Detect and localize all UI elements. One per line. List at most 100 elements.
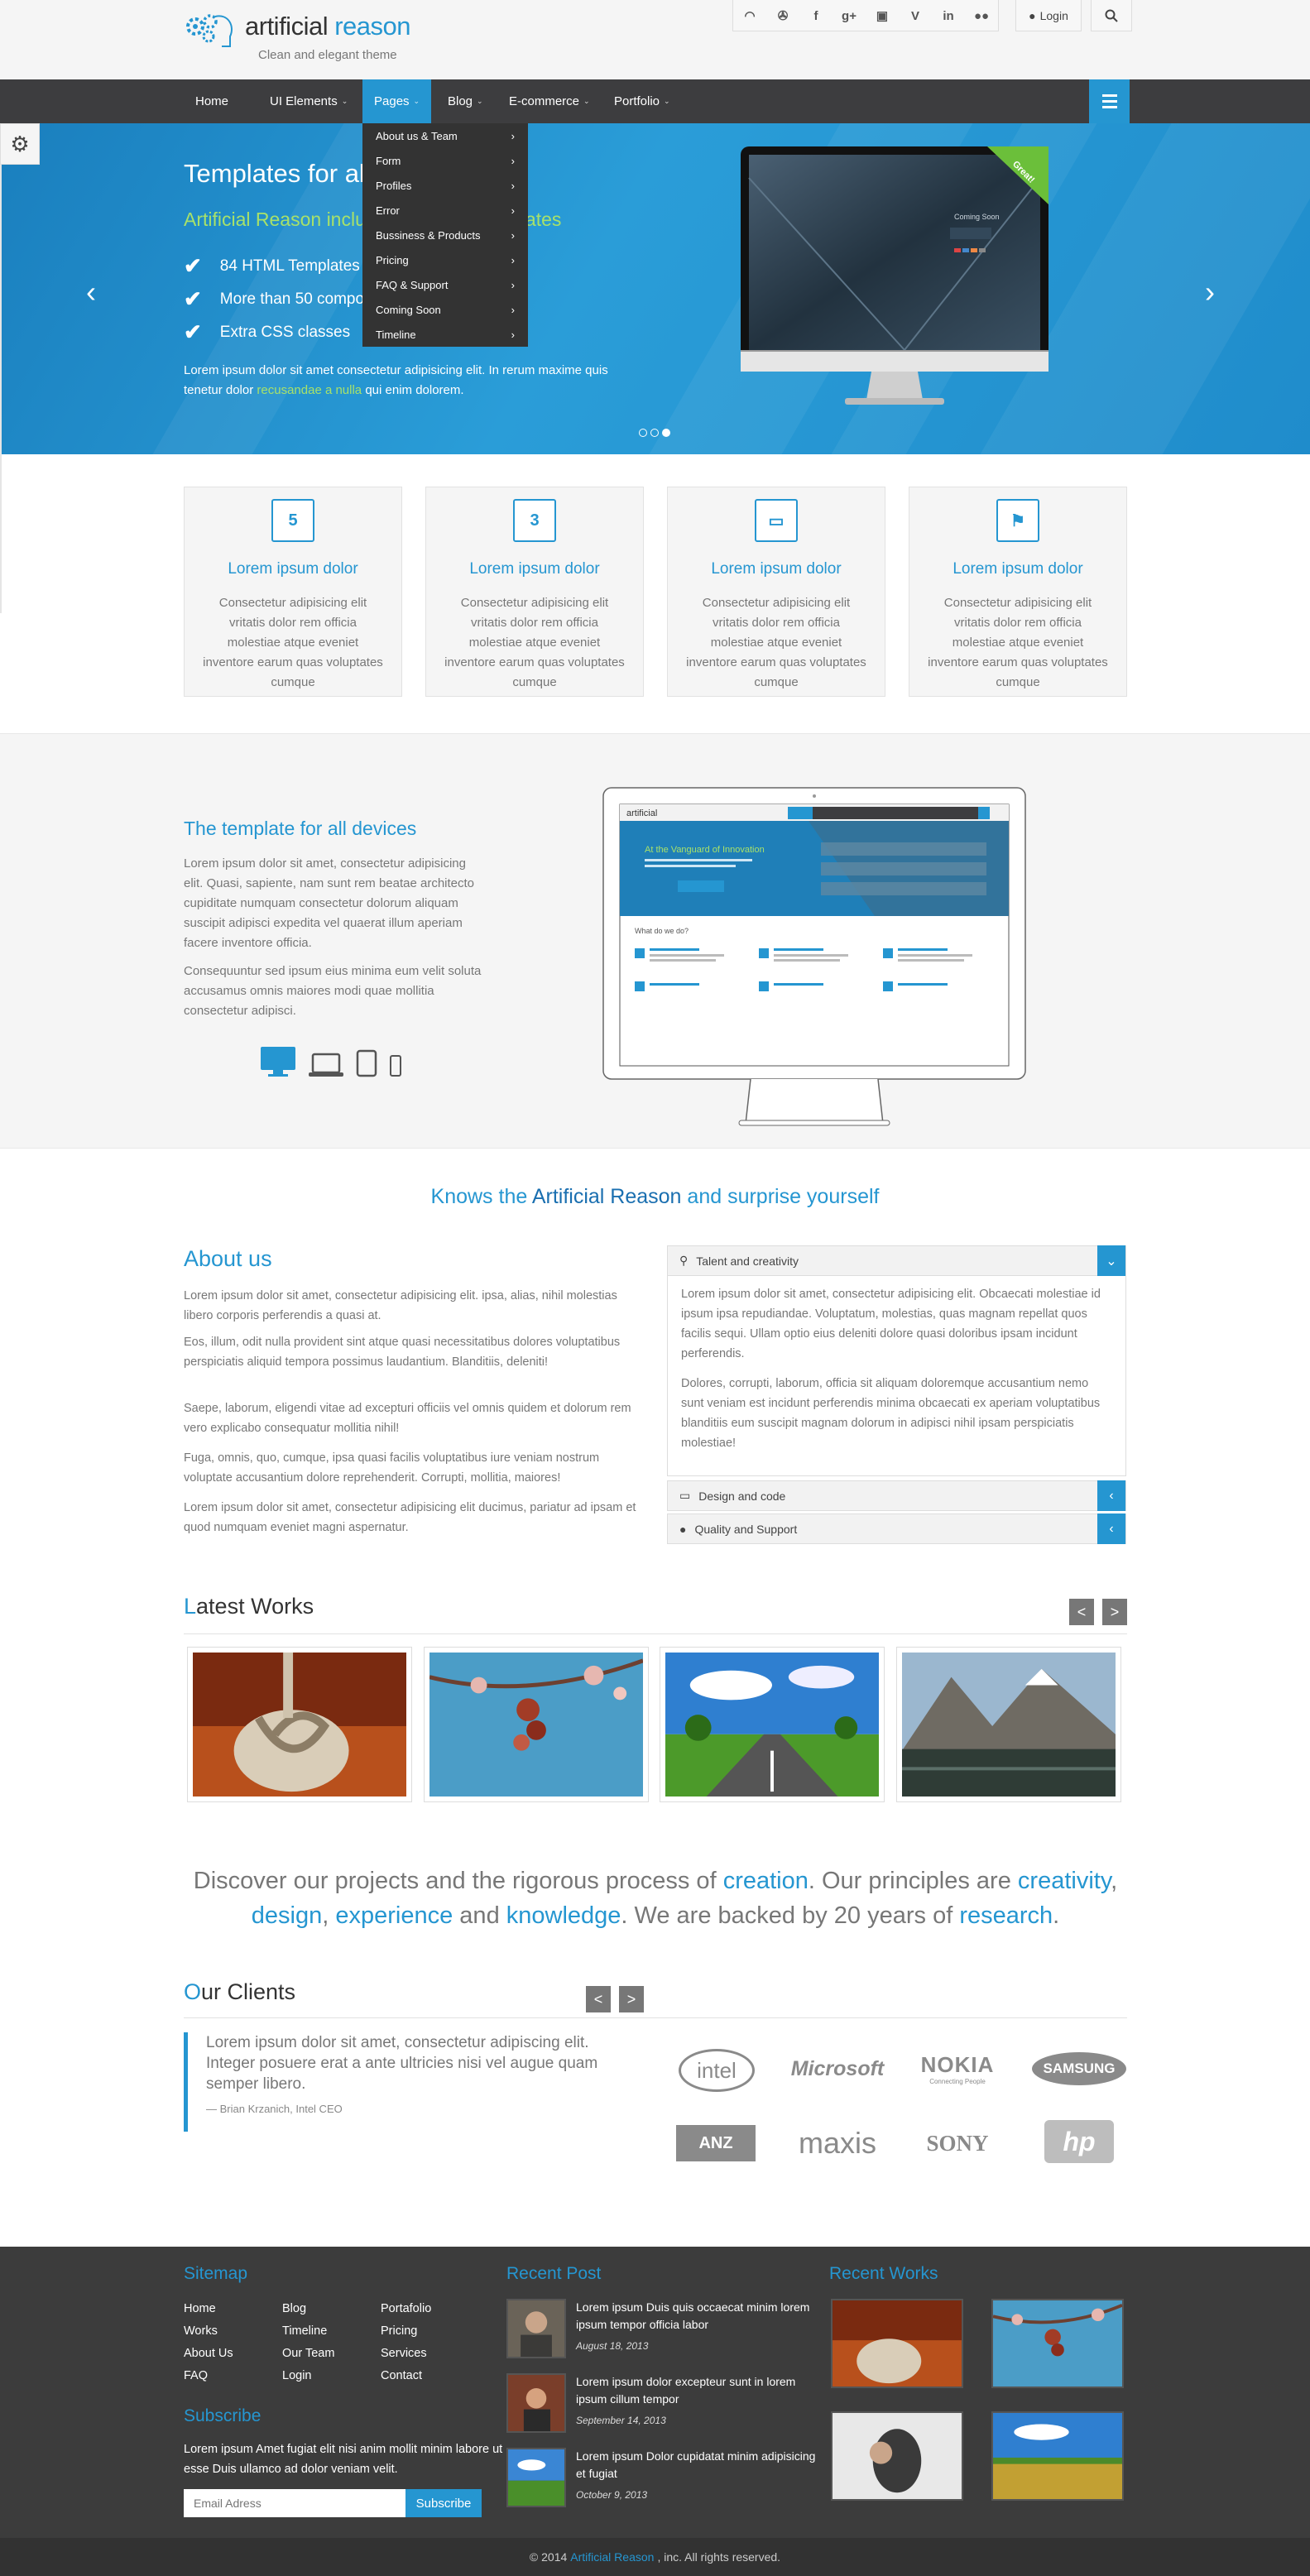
search-button[interactable] xyxy=(1091,0,1132,31)
works-prev-button[interactable]: < xyxy=(1069,1599,1094,1625)
feature-title[interactable]: Lorem ipsum dolor xyxy=(668,560,885,578)
sitemap-link[interactable]: Blog xyxy=(282,2302,306,2315)
nav-item-home[interactable]: Home xyxy=(184,79,240,123)
facebook-icon[interactable]: f xyxy=(799,0,833,31)
work-item[interactable] xyxy=(896,1647,1121,1802)
tablet-icon[interactable] xyxy=(356,1049,377,1077)
copyright-link[interactable]: Artificial Reason xyxy=(570,2550,654,2564)
client-logo-nokia[interactable]: NOKIA Connecting People xyxy=(912,2047,1003,2090)
laptop-icon[interactable] xyxy=(308,1053,344,1077)
sitemap-link[interactable]: Services xyxy=(381,2347,427,2360)
recent-post-item[interactable]: Lorem ipsum Dolor cupidatat minim adipis… xyxy=(506,2448,815,2511)
nav-item-portfolio[interactable]: Portfolio ⌄ xyxy=(602,79,682,123)
sitemap-link[interactable]: Home xyxy=(184,2302,216,2315)
menu-toggle-button[interactable] xyxy=(1089,79,1130,123)
client-logo-hp[interactable]: hp xyxy=(1044,2120,1114,2163)
footer-work-thumbnail[interactable] xyxy=(831,2299,963,2388)
recent-post-item[interactable]: Lorem ipsum Duis quis occaecat minim lor… xyxy=(506,2299,809,2362)
site-title[interactable]: artificial reason xyxy=(245,12,411,41)
work-item[interactable] xyxy=(187,1647,412,1802)
html5-icon[interactable]: 5 xyxy=(271,499,314,542)
footer-work-thumbnail[interactable] xyxy=(991,2411,1124,2501)
linkedin-icon[interactable]: in xyxy=(932,0,965,31)
nav-item-pages[interactable]: Pages ⌄ xyxy=(362,79,432,123)
desktop-icon[interactable] xyxy=(260,1046,296,1077)
dropdown-item[interactable]: About us & Team › xyxy=(362,123,528,148)
feature-title[interactable]: Lorem ipsum dolor xyxy=(185,560,401,578)
slider-dot[interactable] xyxy=(650,429,659,437)
gears-logo-icon[interactable] xyxy=(184,12,235,51)
accordion-item-design[interactable]: ▭ Design and code ‹ xyxy=(667,1480,1126,1511)
instagram-icon[interactable]: ▣ xyxy=(866,0,899,31)
footer-work-thumbnail[interactable] xyxy=(991,2299,1124,2388)
feature-title[interactable]: Lorem ipsum dolor xyxy=(909,560,1126,578)
phone-icon[interactable] xyxy=(389,1054,402,1077)
desktop-icon[interactable]: ▭ xyxy=(755,499,798,542)
discover-highlight[interactable]: creativity xyxy=(1018,1868,1111,1894)
client-logo-anz[interactable]: ANZ xyxy=(676,2125,756,2161)
sitemap-link[interactable]: Portafolio xyxy=(381,2302,431,2315)
subscribe-button[interactable]: Subscribe xyxy=(405,2489,482,2517)
flickr-icon[interactable]: ●● xyxy=(965,0,998,31)
client-logo-intel[interactable]: intel xyxy=(679,2049,755,2092)
accordion-item-quality[interactable]: ● Quality and Support ‹ xyxy=(667,1513,1126,1544)
sitemap-link[interactable]: FAQ xyxy=(184,2369,208,2382)
dropdown-item[interactable]: Profiles › xyxy=(362,173,528,198)
dropdown-item[interactable]: FAQ & Support › xyxy=(362,272,528,297)
flag-icon[interactable]: ⚑ xyxy=(996,499,1039,542)
sitemap-link[interactable]: Contact xyxy=(381,2369,422,2382)
vine-icon[interactable]: V xyxy=(899,0,932,31)
twitter-icon[interactable]: ✇ xyxy=(766,0,799,31)
dropdown-item[interactable]: Form › xyxy=(362,148,528,173)
accordion-item-talent[interactable]: ⚲ Talent and creativity ⌄ xyxy=(667,1245,1126,1276)
dropdown-item[interactable]: Timeline › xyxy=(362,322,528,347)
google-plus-icon[interactable]: g+ xyxy=(833,0,866,31)
discover-highlight[interactable]: experience xyxy=(335,1902,453,1929)
client-logo-samsung[interactable]: SAMSUNG xyxy=(1032,2052,1126,2085)
works-next-button[interactable]: > xyxy=(1102,1599,1127,1625)
post-title[interactable]: Lorem ipsum dolor excepteur sunt in lore… xyxy=(576,2373,816,2408)
sitemap-link[interactable]: Login xyxy=(282,2369,311,2382)
sitemap-link[interactable]: About Us xyxy=(184,2347,233,2360)
discover-highlight[interactable]: creation xyxy=(723,1868,809,1894)
dropdown-item[interactable]: Error › xyxy=(362,198,528,223)
slider-dot[interactable] xyxy=(639,429,647,437)
work-item[interactable] xyxy=(424,1647,649,1802)
chevron-down-icon[interactable]: ⌄ xyxy=(1097,1245,1125,1276)
sitemap-link[interactable]: Timeline xyxy=(282,2324,327,2338)
discover-highlight[interactable]: research xyxy=(959,1902,1053,1929)
hero-prev-arrow-icon[interactable]: ‹ xyxy=(86,275,96,309)
post-title[interactable]: Lorem ipsum Dolor cupidatat minim adipis… xyxy=(576,2448,816,2482)
settings-gear-button[interactable]: ⚙ xyxy=(0,123,40,165)
login-button[interactable]: ● Login xyxy=(1015,0,1082,31)
slider-dot[interactable] xyxy=(662,429,670,437)
clients-next-button[interactable]: > xyxy=(619,1986,644,2012)
nav-item-ui-elements[interactable]: UI Elements ⌄ xyxy=(258,79,359,123)
feature-title[interactable]: Lorem ipsum dolor xyxy=(426,560,643,578)
client-logo-microsoft[interactable]: Microsoft xyxy=(788,2052,887,2085)
css3-icon[interactable]: 3 xyxy=(513,499,556,542)
dropdown-item[interactable]: Pricing › xyxy=(362,247,528,272)
hero-inline-link[interactable]: recusandae a nulla xyxy=(257,383,362,397)
discover-highlight[interactable]: design xyxy=(252,1902,322,1929)
clients-prev-button[interactable]: < xyxy=(586,1986,611,2012)
sitemap-link[interactable]: Works xyxy=(184,2324,218,2338)
sitemap-link[interactable]: Our Team xyxy=(282,2347,334,2360)
email-field[interactable] xyxy=(184,2489,405,2517)
dropdown-item[interactable]: Bussiness & Products › xyxy=(362,223,528,247)
dropdown-item[interactable]: Coming Soon › xyxy=(362,297,528,322)
chevron-left-icon[interactable]: ‹ xyxy=(1097,1480,1125,1511)
nav-item-e-commerce[interactable]: E-commerce ⌄ xyxy=(497,79,602,123)
work-item[interactable] xyxy=(660,1647,885,1802)
post-title[interactable]: Lorem ipsum Duis quis occaecat minim lor… xyxy=(576,2299,816,2334)
client-logo-sony[interactable]: SONY xyxy=(912,2127,1003,2160)
nav-item-blog[interactable]: Blog ⌄ xyxy=(436,79,495,123)
discover-highlight[interactable]: knowledge xyxy=(506,1902,621,1929)
client-logo-maxis[interactable]: maxis xyxy=(788,2123,887,2163)
chevron-left-icon[interactable]: ‹ xyxy=(1097,1513,1125,1544)
sitemap-link[interactable]: Pricing xyxy=(381,2324,417,2338)
hero-next-arrow-icon[interactable]: › xyxy=(1205,275,1215,309)
footer-work-thumbnail[interactable] xyxy=(831,2411,963,2501)
rss-icon[interactable]: ◠ xyxy=(733,0,766,31)
recent-post-item[interactable]: Lorem ipsum dolor excepteur sunt in lore… xyxy=(506,2373,804,2436)
